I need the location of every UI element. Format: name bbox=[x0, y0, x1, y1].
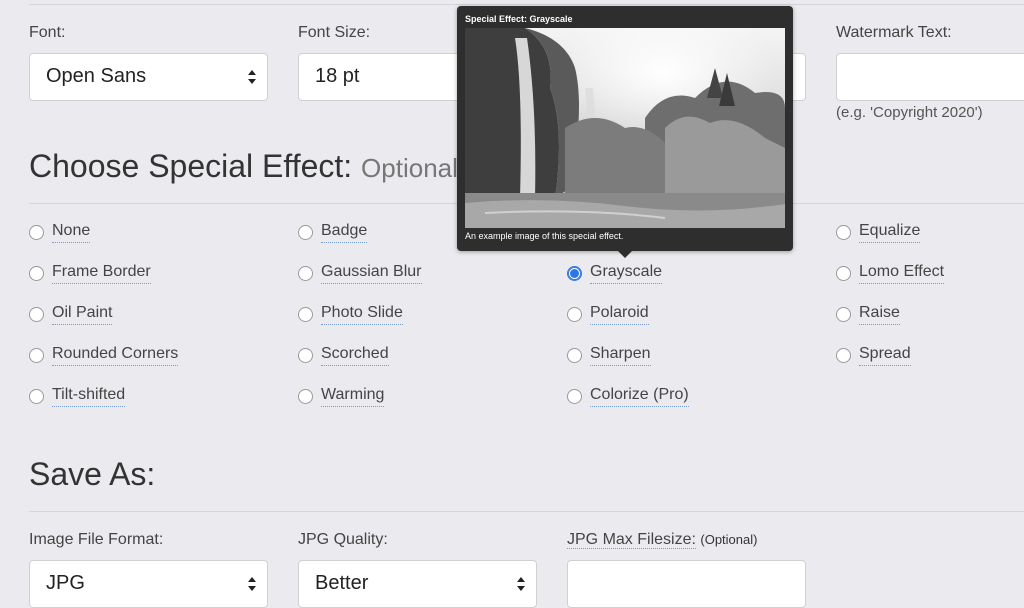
grayscale-example-image bbox=[465, 28, 785, 228]
select-arrows-icon bbox=[248, 577, 256, 591]
tooltip-caption: An example image of this special effect. bbox=[465, 231, 624, 241]
maxsize-label-group: JPG Max Filesize: (Optional) bbox=[567, 531, 757, 549]
effects-heading: Choose Special Effect: Optional bbox=[29, 148, 458, 185]
maxsize-optional: (Optional) bbox=[700, 532, 758, 547]
effect-option-tilt-shifted[interactable]: Tilt-shifted bbox=[29, 384, 126, 408]
effect-option-frame-border[interactable]: Frame Border bbox=[29, 261, 151, 285]
effect-radio[interactable] bbox=[298, 224, 313, 240]
effect-radio[interactable] bbox=[567, 347, 582, 363]
select-arrows-icon bbox=[248, 70, 256, 84]
effect-radio[interactable] bbox=[29, 306, 44, 322]
effect-label[interactable]: Frame Border bbox=[52, 263, 151, 284]
watermark-label: Watermark Text: bbox=[836, 24, 952, 41]
effect-label[interactable]: Warming bbox=[321, 386, 385, 407]
effect-option-grayscale[interactable]: Grayscale bbox=[567, 261, 663, 285]
effect-radio[interactable] bbox=[29, 388, 44, 404]
effect-option-lomo-effect[interactable]: Lomo Effect bbox=[836, 261, 945, 285]
font-size-label: Font Size: bbox=[298, 24, 371, 41]
effect-radio[interactable] bbox=[567, 265, 582, 281]
effect-label[interactable]: Raise bbox=[859, 304, 900, 325]
effect-label[interactable]: Spread bbox=[859, 345, 911, 366]
effect-label[interactable]: Badge bbox=[321, 222, 368, 243]
font-size-value: 18 pt bbox=[315, 65, 360, 87]
effect-label[interactable]: Rounded Corners bbox=[52, 345, 179, 366]
font-select[interactable]: Open Sans bbox=[29, 53, 268, 101]
effect-radio[interactable] bbox=[29, 265, 44, 281]
font-label: Font: bbox=[29, 24, 66, 41]
watermark-hint: (e.g. 'Copyright 2020') bbox=[836, 104, 983, 121]
effect-option-scorched[interactable]: Scorched bbox=[298, 343, 389, 367]
effect-label[interactable]: Oil Paint bbox=[52, 304, 113, 325]
effect-option-equalize[interactable]: Equalize bbox=[836, 220, 921, 244]
effect-option-oil-paint[interactable]: Oil Paint bbox=[29, 302, 113, 326]
effect-radio[interactable] bbox=[29, 347, 44, 363]
format-label: Image File Format: bbox=[29, 531, 164, 548]
effect-label[interactable]: Tilt-shifted bbox=[52, 386, 126, 407]
effect-option-none[interactable]: None bbox=[29, 220, 91, 244]
effect-label[interactable]: Colorize (Pro) bbox=[590, 386, 689, 407]
effect-radio[interactable] bbox=[836, 224, 851, 240]
maxsize-label[interactable]: JPG Max Filesize: bbox=[567, 531, 696, 549]
watermark-input[interactable] bbox=[836, 53, 1024, 101]
effect-option-warming[interactable]: Warming bbox=[298, 384, 385, 408]
tooltip-title: Special Effect: Grayscale bbox=[465, 14, 573, 24]
effect-option-raise[interactable]: Raise bbox=[836, 302, 900, 326]
effect-tooltip: Special Effect: Grayscale An example ima… bbox=[457, 6, 793, 258]
effect-option-gaussian-blur[interactable]: Gaussian Blur bbox=[298, 261, 422, 285]
effect-option-sharpen[interactable]: Sharpen bbox=[567, 343, 651, 367]
format-select[interactable]: JPG bbox=[29, 560, 268, 608]
effect-radio[interactable] bbox=[567, 388, 582, 404]
effects-heading-optional: Optional bbox=[361, 153, 458, 183]
effect-radio[interactable] bbox=[29, 224, 44, 240]
effects-heading-text: Choose Special Effect: bbox=[29, 148, 353, 184]
quality-select-value: Better bbox=[315, 572, 369, 594]
effect-label[interactable]: Photo Slide bbox=[321, 304, 403, 325]
quality-select[interactable]: Better bbox=[298, 560, 537, 608]
effect-option-spread[interactable]: Spread bbox=[836, 343, 911, 367]
effect-radio[interactable] bbox=[836, 306, 851, 322]
effect-option-photo-slide[interactable]: Photo Slide bbox=[298, 302, 403, 326]
effect-radio[interactable] bbox=[298, 388, 313, 404]
format-select-value: JPG bbox=[46, 572, 85, 594]
save-as-divider bbox=[29, 511, 1024, 512]
effect-option-rounded-corners[interactable]: Rounded Corners bbox=[29, 343, 179, 367]
save-as-heading: Save As: bbox=[29, 456, 156, 492]
font-select-value: Open Sans bbox=[46, 65, 147, 87]
effect-label[interactable]: Gaussian Blur bbox=[321, 263, 422, 284]
effect-option-polaroid[interactable]: Polaroid bbox=[567, 302, 649, 326]
effect-label[interactable]: Grayscale bbox=[590, 263, 663, 284]
top-divider bbox=[29, 4, 1024, 5]
effect-option-badge[interactable]: Badge bbox=[298, 220, 368, 244]
effect-label[interactable]: Lomo Effect bbox=[859, 263, 945, 284]
effect-radio[interactable] bbox=[298, 306, 313, 322]
quality-label: JPG Quality: bbox=[298, 531, 388, 548]
effect-label[interactable]: Sharpen bbox=[590, 345, 651, 366]
effect-label[interactable]: Scorched bbox=[321, 345, 389, 366]
effect-radio[interactable] bbox=[298, 265, 313, 281]
effect-radio[interactable] bbox=[298, 347, 313, 363]
effect-radio[interactable] bbox=[836, 265, 851, 281]
maxsize-input[interactable] bbox=[567, 560, 806, 608]
effect-label[interactable]: Equalize bbox=[859, 222, 921, 243]
effect-label[interactable]: None bbox=[52, 222, 91, 243]
effect-label[interactable]: Polaroid bbox=[590, 304, 649, 325]
effect-option-colorize-pro[interactable]: Colorize (Pro) bbox=[567, 384, 689, 408]
effect-radio[interactable] bbox=[836, 347, 851, 363]
select-arrows-icon bbox=[517, 577, 525, 591]
effect-radio[interactable] bbox=[567, 306, 582, 322]
